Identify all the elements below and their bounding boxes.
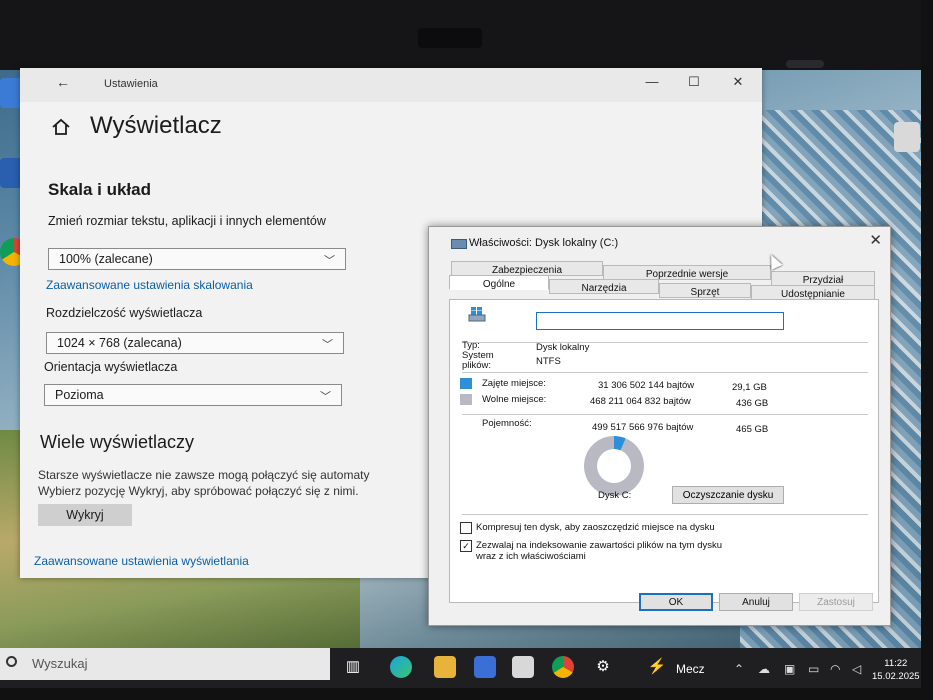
back-arrow-icon[interactable]: ← — [56, 74, 70, 90]
ok-button[interactable]: OK — [639, 593, 713, 611]
tab-hardware[interactable]: Sprzęt — [659, 283, 751, 298]
weather-widget-text[interactable]: Mecz — [676, 662, 705, 676]
settings-app-title: Ustawienia — [104, 78, 158, 90]
tray-app-icon[interactable]: ☁ — [758, 662, 770, 676]
chevron-down-icon: ﹀ — [322, 339, 333, 351]
taskbar-search[interactable]: Wyszukaj — [0, 648, 330, 680]
tab-security[interactable]: Zabezpieczenia — [451, 261, 603, 276]
orientation-value: Pozioma — [55, 388, 104, 402]
separator — [462, 514, 868, 515]
cancel-button[interactable]: Anuluj — [719, 593, 793, 611]
section-title-multi: Wiele wyświetlaczy — [40, 432, 195, 452]
disk-properties-dialog: Właściwości: Dysk lokalny (C:) ✕ Zabezpi… — [428, 226, 891, 626]
index-label-2: wraz z ich właściwościami — [476, 551, 586, 562]
dialog-title: Właściwości: Dysk lokalny (C:) — [469, 237, 619, 249]
drive-icon — [468, 307, 486, 322]
text-size-label: Zmień rozmiar tekstu, aplikacji i innych… — [48, 214, 326, 228]
gear-icon[interactable]: ⚙ — [592, 656, 614, 678]
tab-sharing[interactable]: Udostępnianie — [751, 285, 875, 300]
taskbar: Wyszukaj ▥ ⚙ ⚡ Mecz ⌃ ☁ ▣ ▭ ◠ ◁ 11:22 15… — [0, 648, 921, 688]
separator — [462, 372, 868, 373]
capacity-label: Pojemność: — [482, 418, 532, 429]
orientation-dropdown[interactable]: Pozioma ﹀ — [44, 384, 342, 406]
edge-icon[interactable] — [390, 656, 412, 678]
home-icon[interactable] — [50, 116, 72, 138]
page-title: Wyświetlacz — [90, 112, 222, 139]
compress-checkbox[interactable] — [460, 522, 472, 534]
free-space-swatch — [460, 394, 472, 405]
section-title-scale: Skala i układ — [48, 180, 151, 199]
clock-time: 11:22 — [884, 658, 908, 669]
laptop-bezel-right — [921, 0, 933, 700]
advanced-scaling-link[interactable]: Zaawansowane ustawienia skalowania — [46, 278, 253, 292]
disk-label: Dysk C: — [598, 490, 632, 501]
minimize-icon[interactable]: — — [640, 74, 664, 89]
index-checkbox[interactable]: ✓ — [460, 540, 472, 552]
chevron-down-icon: ﹀ — [320, 391, 331, 403]
orientation-label: Orientacja wyświetlacza — [44, 360, 178, 374]
disk-usage-chart — [584, 436, 644, 496]
tab-general[interactable]: Ogólne — [449, 275, 549, 290]
laptop-bezel-bottom — [0, 688, 933, 700]
battery-icon[interactable]: ▭ — [808, 662, 819, 676]
fs-label-2: plików: — [462, 360, 492, 371]
apply-button[interactable]: Zastosuj — [799, 593, 873, 611]
capacity-bytes: 499 517 566 976 bajtów — [592, 422, 694, 433]
resolution-value: 1024 × 768 (zalecana) — [57, 336, 182, 350]
text-size-dropdown[interactable]: 100% (zalecane) ﹀ — [48, 248, 346, 270]
close-icon[interactable]: ✕ — [726, 74, 750, 90]
disk-cleanup-button[interactable]: Oczyszczanie dysku — [672, 486, 784, 504]
mail-icon[interactable] — [512, 656, 534, 678]
used-space-label: Zajęte miejsce: — [482, 378, 546, 389]
drive-name-input[interactable] — [536, 312, 784, 330]
weather-widget-icon[interactable]: ⚡ — [646, 656, 668, 678]
compress-label: Kompresuj ten dysk, aby zaoszczędzić mie… — [476, 522, 715, 533]
free-space-gb: 436 GB — [736, 398, 769, 409]
detect-button[interactable]: Wykryj — [38, 504, 132, 526]
settings-titlebar: ← Ustawienia — ☐ ✕ — [20, 68, 762, 102]
multi-display-desc-2: Wybierz pozycję Wykryj, aby spróbować po… — [38, 484, 359, 498]
search-icon — [6, 656, 17, 667]
chrome-icon[interactable] — [552, 656, 574, 678]
drive-title-icon — [451, 239, 467, 249]
webcam — [418, 28, 482, 48]
taskbar-clock[interactable]: 11:22 15.02.2025 — [872, 657, 920, 683]
resolution-label: Rozdzielczość wyświetlacza — [46, 306, 203, 320]
capacity-gb: 465 GB — [736, 424, 769, 435]
tab-tools[interactable]: Narzędzia — [549, 279, 659, 294]
laptop-bezel-top — [0, 0, 933, 70]
general-tab-panel: Typ: Dysk lokalny System plików: NTFS Za… — [449, 299, 879, 603]
volume-icon[interactable]: ◁ — [852, 662, 861, 676]
tray-chevron-up-icon[interactable]: ⌃ — [734, 662, 744, 676]
wifi-icon[interactable]: ◠ — [830, 662, 840, 676]
multi-display-desc-1: Starsze wyświetlacze nie zawsze mogą poł… — [38, 468, 370, 482]
bezel-sensor — [786, 60, 824, 68]
file-explorer-icon[interactable] — [434, 656, 456, 678]
chart-hole — [597, 449, 631, 483]
used-space-swatch — [460, 378, 472, 389]
search-placeholder: Wyszukaj — [32, 656, 88, 671]
store-icon[interactable] — [474, 656, 496, 678]
index-label-1: Zezwalaj na indeksowanie zawartości plik… — [476, 540, 723, 551]
used-space-gb: 29,1 GB — [732, 382, 767, 393]
tab-quota[interactable]: Przydział — [771, 271, 875, 286]
resolution-dropdown[interactable]: 1024 × 768 (zalecana) ﹀ — [46, 332, 344, 354]
free-space-label: Wolne miejsce: — [482, 394, 547, 405]
desktop-file-icon[interactable] — [894, 122, 920, 152]
tab-previous-versions[interactable]: Poprzednie wersje — [603, 265, 771, 280]
chevron-down-icon: ﹀ — [324, 255, 335, 267]
type-value: Dysk lokalny — [536, 342, 590, 353]
separator — [462, 414, 868, 415]
close-icon[interactable]: ✕ — [869, 231, 882, 249]
advanced-display-link[interactable]: Zaawansowane ustawienia wyświetlania — [34, 554, 249, 568]
tray-device-icon[interactable]: ▣ — [784, 662, 795, 676]
free-space-bytes: 468 211 064 832 bajtów — [590, 396, 691, 407]
used-space-bytes: 31 306 502 144 bajtów — [598, 380, 695, 391]
maximize-icon[interactable]: ☐ — [682, 74, 706, 90]
clock-date: 15.02.2025 — [872, 671, 920, 682]
fs-value: NTFS — [536, 356, 561, 367]
text-size-value: 100% (zalecane) — [59, 252, 153, 266]
task-view-icon[interactable]: ▥ — [342, 656, 364, 678]
separator — [462, 342, 868, 343]
